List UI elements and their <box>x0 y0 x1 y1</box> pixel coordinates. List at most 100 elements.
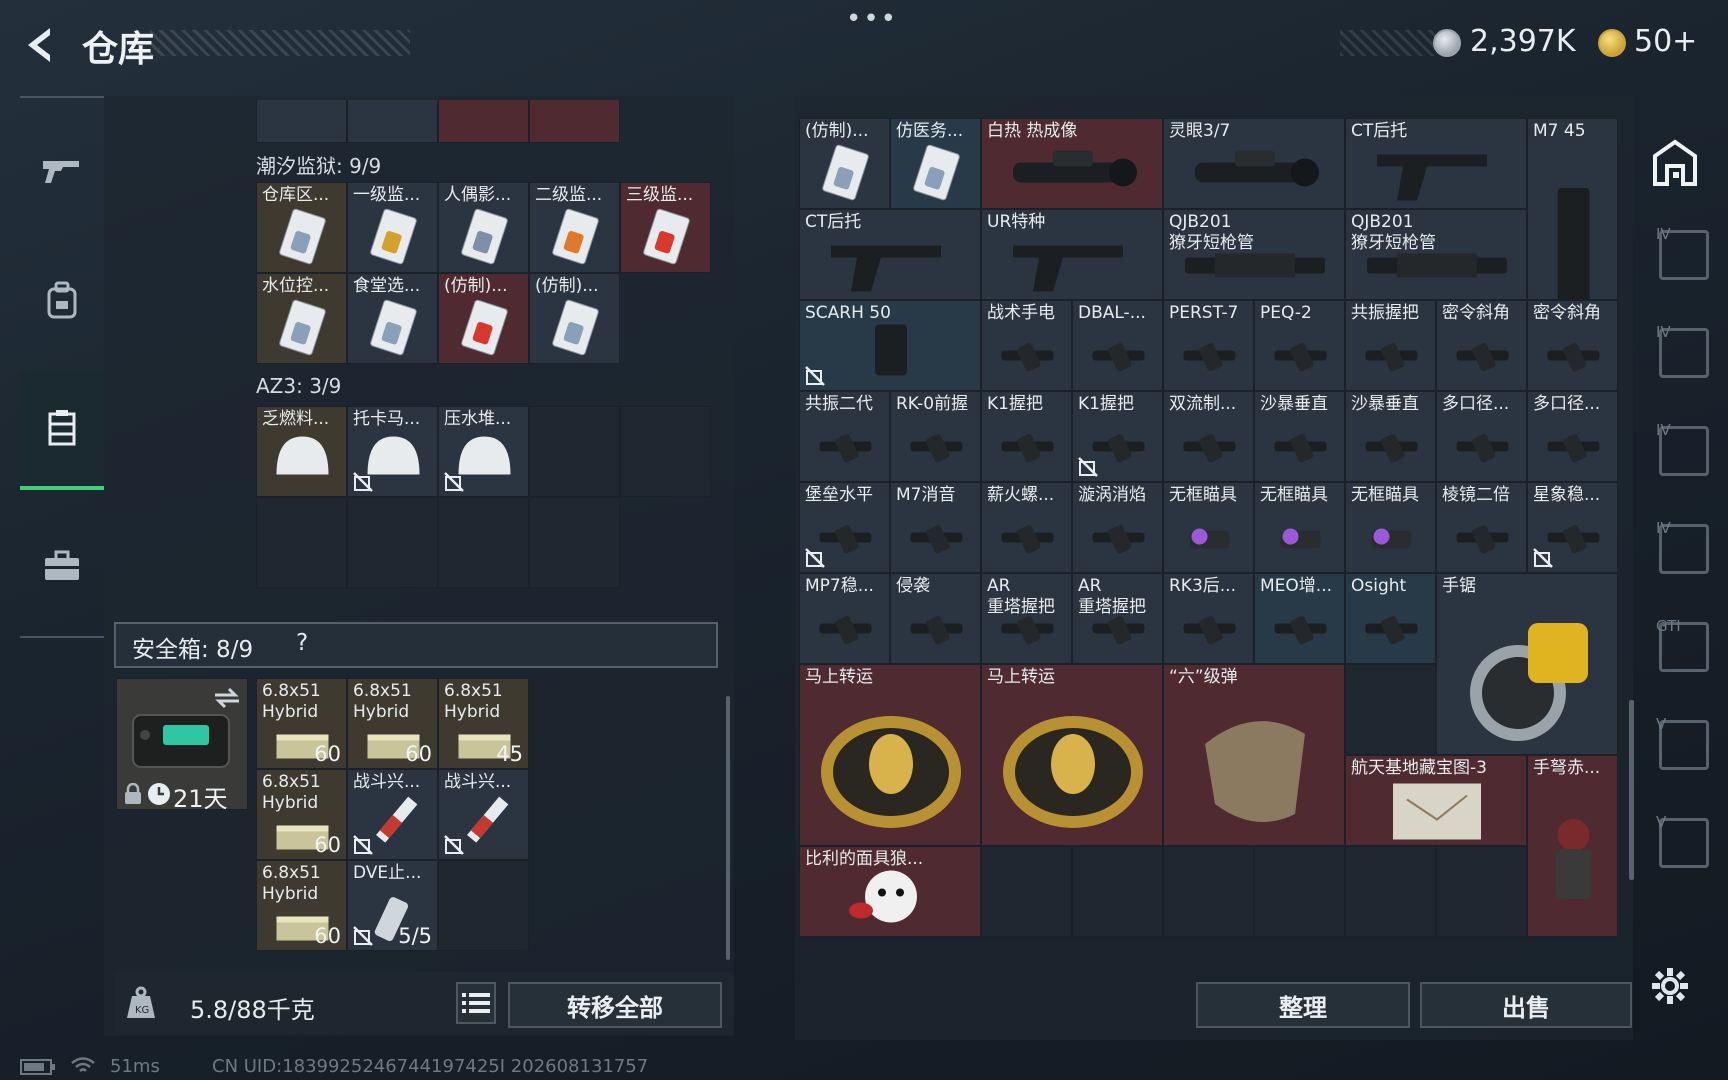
sidebar-item-briefcase[interactable] <box>20 506 104 626</box>
storage-item[interactable]: 马上转运 <box>981 664 1163 846</box>
sidebar-item-backpack[interactable] <box>20 240 104 360</box>
document-slot[interactable]: 乏燃料... <box>256 406 347 497</box>
storage-item[interactable]: “六”级弹 <box>1163 664 1345 846</box>
keycard-slot[interactable]: 食堂选... <box>347 273 438 364</box>
left-scrollbar[interactable] <box>726 696 730 960</box>
container-tab[interactable]: IV <box>1656 421 1709 476</box>
storage-item[interactable]: 沙暴垂直 <box>1345 391 1436 482</box>
storage-item[interactable]: UR特种 <box>981 209 1163 300</box>
storage-item[interactable]: MEO增... <box>1254 573 1345 664</box>
item-slot[interactable] <box>529 100 620 143</box>
container-tab[interactable]: IV <box>1656 519 1709 574</box>
keycard-slot[interactable]: 仓库区... <box>256 182 347 273</box>
item-slot[interactable] <box>256 100 347 143</box>
currency-gold[interactable]: 50+ <box>1634 24 1697 59</box>
storage-item[interactable]: 侵袭 <box>890 573 981 664</box>
safebox-slot[interactable]: 6.8x51 Hybrid 45 <box>438 678 529 769</box>
storage-item[interactable]: M7消音 <box>890 482 981 573</box>
help-icon[interactable]: ? <box>296 630 308 656</box>
safebox-slot[interactable]: 6.8x51 Hybrid 60 <box>347 678 438 769</box>
storage-item[interactable]: Osight <box>1345 573 1436 664</box>
storage-item[interactable]: MP7稳... <box>799 573 890 664</box>
storage-item[interactable]: AR 重塔握把 <box>1072 573 1163 664</box>
transfer-all-button[interactable]: 转移全部 <box>508 982 722 1028</box>
sort-button[interactable]: 整理 <box>1196 982 1410 1028</box>
keycard-slot[interactable]: 一级监... <box>347 182 438 273</box>
storage-item[interactable]: PERST-7 <box>1163 300 1254 391</box>
storage-item[interactable]: QJB201 獠牙短枪管 <box>1163 209 1345 300</box>
container-tab[interactable]: IV <box>1656 323 1709 378</box>
storage-item[interactable]: 白热 热成像 <box>981 118 1163 209</box>
safebox-slot[interactable]: 6.8x51 Hybrid 60 <box>256 769 347 860</box>
document-slot[interactable]: 托卡马... <box>347 406 438 497</box>
safebox-slot[interactable]: DVE止... 5/5 <box>347 860 438 951</box>
storage-item[interactable]: 多口径... <box>1436 391 1527 482</box>
document-slot[interactable]: 压水堆... <box>438 406 529 497</box>
storage-item[interactable]: RK3后... <box>1163 573 1254 664</box>
container-tab[interactable]: V <box>1656 813 1709 868</box>
container-tab[interactable]: V <box>1656 715 1709 770</box>
storage-item[interactable]: 战术手电 <box>981 300 1072 391</box>
settings-gear-icon[interactable] <box>1650 966 1690 1006</box>
storage-item[interactable]: 比利的面具狼... <box>799 846 981 937</box>
storage-item[interactable]: 无框瞄具 <box>1163 482 1254 573</box>
back-arrow-icon[interactable] <box>18 22 64 68</box>
storage-item[interactable]: K1握把 <box>981 391 1072 482</box>
storage-item[interactable]: 无框瞄具 <box>1254 482 1345 573</box>
sidebar-item-storage[interactable] <box>20 370 104 490</box>
item-slot[interactable] <box>438 100 529 143</box>
storage-item[interactable]: 棱镜二倍 <box>1436 482 1527 573</box>
safebox-slot[interactable]: 战斗兴... <box>438 769 529 860</box>
storage-item[interactable]: RK-0前握 <box>890 391 981 482</box>
storage-item[interactable]: 星象稳... <box>1527 482 1618 573</box>
safebox-slot[interactable]: 6.8x51 Hybrid 60 <box>256 678 347 769</box>
storage-item[interactable]: 手锯 <box>1436 573 1618 755</box>
safebox-slot[interactable]: 战斗兴... <box>347 769 438 860</box>
safebox-item[interactable]: 21天 <box>116 678 248 813</box>
right-scrollbar[interactable] <box>1629 700 1634 880</box>
keycard-slot[interactable]: 二级监... <box>529 182 620 273</box>
storage-house-icon[interactable] <box>1649 136 1701 188</box>
sidebar-item-weapons[interactable] <box>20 110 104 230</box>
storage-item[interactable]: M7 45 <box>1527 118 1618 300</box>
storage-item[interactable]: 共振握把 <box>1345 300 1436 391</box>
item-slot[interactable] <box>347 100 438 143</box>
storage-item[interactable]: 漩涡消焰 <box>1072 482 1163 573</box>
more-menu[interactable]: ••• <box>846 4 898 34</box>
currency-silver[interactable]: 2,397K <box>1470 24 1576 59</box>
storage-item[interactable]: K1握把 <box>1072 391 1163 482</box>
storage-item[interactable]: AR 重塔握把 <box>981 573 1072 664</box>
container-tab[interactable]: IV <box>1656 225 1709 280</box>
storage-item[interactable]: CT后托 <box>1345 118 1527 209</box>
keycard-slot[interactable]: 三级监... <box>620 182 711 273</box>
list-view-button[interactable] <box>456 982 496 1024</box>
keycard-slot[interactable]: 水位控... <box>256 273 347 364</box>
storage-item[interactable]: 薪火螺... <box>981 482 1072 573</box>
sell-button[interactable]: 出售 <box>1420 982 1632 1028</box>
keycard-slot[interactable]: 人偶影... <box>438 182 529 273</box>
storage-item[interactable]: 密令斜角 <box>1527 300 1618 391</box>
safebox-slot[interactable]: 6.8x51 Hybrid 60 <box>256 860 347 951</box>
storage-item[interactable]: 堡垒水平 <box>799 482 890 573</box>
storage-item[interactable]: (仿制)... <box>799 118 890 209</box>
storage-item[interactable]: 沙暴垂直 <box>1254 391 1345 482</box>
storage-item[interactable]: 手弩赤... <box>1527 755 1618 937</box>
storage-item[interactable]: 仿医务... <box>890 118 981 209</box>
storage-item[interactable]: QJB201 獠牙短枪管 <box>1345 209 1527 300</box>
storage-item[interactable]: 密令斜角 <box>1436 300 1527 391</box>
storage-item[interactable]: 多口径... <box>1527 391 1618 482</box>
keycard-slot[interactable]: (仿制)... <box>438 273 529 364</box>
storage-item[interactable]: 灵眼3/7 <box>1163 118 1345 209</box>
storage-item[interactable]: 马上转运 <box>799 664 981 846</box>
storage-item[interactable]: PEQ-2 <box>1254 300 1345 391</box>
storage-item[interactable]: SCARH 50 <box>799 300 981 391</box>
storage-item[interactable]: 双流制... <box>1163 391 1254 482</box>
keycard-slot[interactable]: (仿制)... <box>529 273 620 364</box>
storage-item[interactable]: 无框瞄具 <box>1345 482 1436 573</box>
storage-item[interactable]: 共振二代 <box>799 391 890 482</box>
storage-item[interactable]: CT后托 <box>799 209 981 300</box>
container-tab[interactable]: GTI <box>1656 617 1709 672</box>
storage-item[interactable]: 航天基地藏宝图-3 <box>1345 755 1527 846</box>
swap-icon[interactable] <box>213 687 241 709</box>
storage-item[interactable]: DBAL-... <box>1072 300 1163 391</box>
